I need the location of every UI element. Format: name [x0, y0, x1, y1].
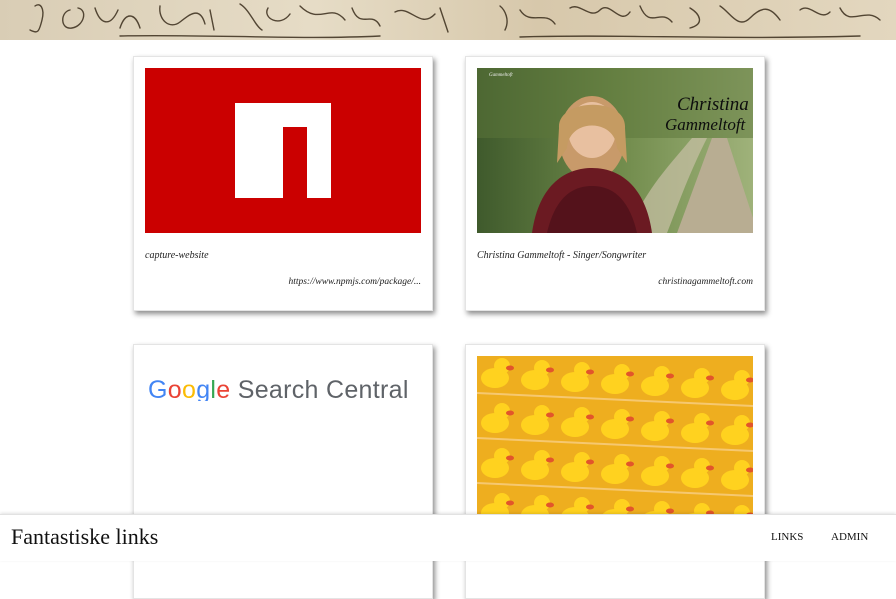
handwriting-illustration [29, 3, 881, 39]
link-card-capture-website[interactable]: capture-website https://www.npmjs.com/pa… [133, 56, 433, 311]
portrait-photo: Gammeltoft Christina Gammeltoft [477, 68, 753, 233]
card-thumbnail[interactable]: Google Search Central [145, 356, 421, 521]
thumb-brand-text-gammeltoft: Gammeltoft [665, 115, 747, 134]
card-title[interactable]: Christina Gammeltoft - Singer/Songwriter [477, 250, 646, 261]
card-thumbnail[interactable] [145, 68, 421, 233]
card-url[interactable]: christinagammeltoft.com [658, 277, 753, 287]
google-search-central-logo-icon: Google Search Central [148, 376, 409, 401]
nav-admin[interactable]: ADMIN [831, 531, 868, 543]
card-url[interactable]: https://www.npmjs.com/package/... [288, 277, 421, 287]
site-title[interactable]: Fantastiske links [11, 524, 158, 550]
rubber-ducks-photo [477, 356, 753, 521]
header-banner-image [0, 0, 896, 40]
nav-links[interactable]: LINKS [771, 531, 803, 543]
npm-logo-icon [145, 68, 421, 233]
thumb-brand-text-christina: Christina [677, 94, 749, 115]
link-card-christina-gammeltoft[interactable]: Gammeltoft Christina Gammeltoft Christin… [465, 56, 765, 311]
card-thumbnail[interactable] [477, 356, 753, 521]
thumb-small-text: Gammeltoft [489, 73, 513, 78]
footer-nav-bar: Fantastiske links LINKS ADMIN [0, 514, 896, 561]
card-title[interactable]: capture-website [145, 250, 209, 261]
card-thumbnail[interactable]: Gammeltoft Christina Gammeltoft [477, 68, 753, 233]
